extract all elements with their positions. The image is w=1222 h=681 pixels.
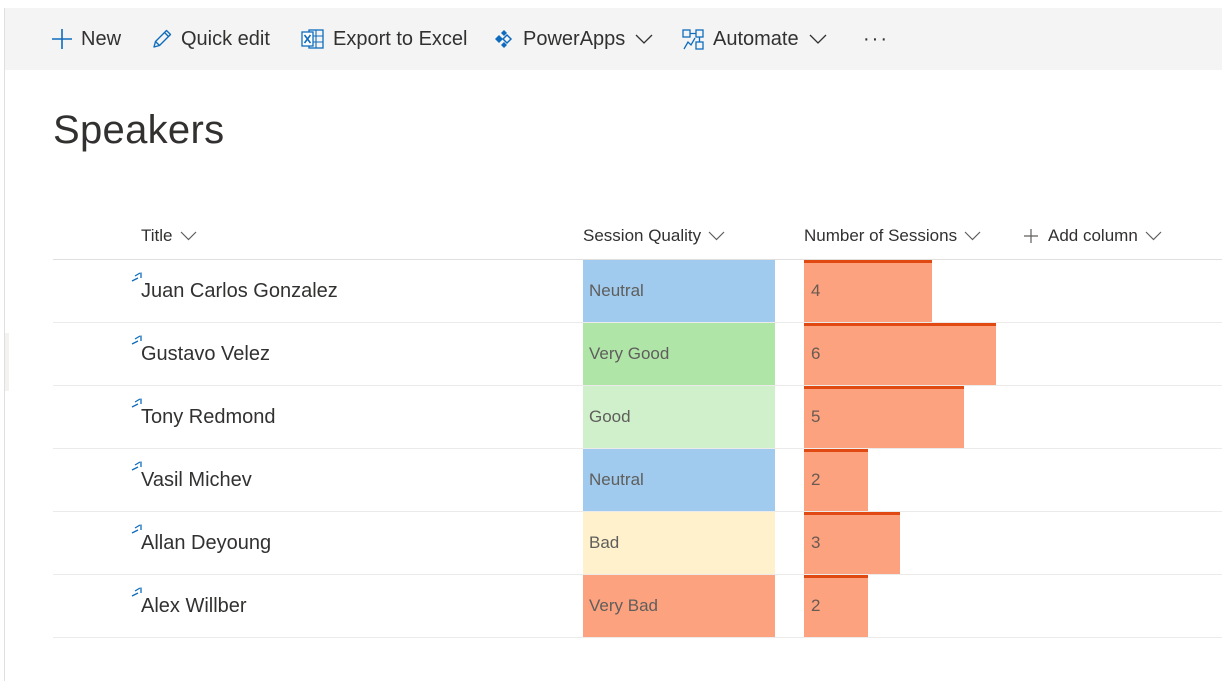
chevron-down-icon bbox=[809, 34, 827, 44]
title-cell[interactable]: Alex Willber bbox=[141, 575, 247, 637]
flow-icon bbox=[682, 29, 704, 50]
column-header-title[interactable]: Title bbox=[141, 222, 197, 250]
powerapps-menu[interactable]: PowerApps bbox=[493, 8, 653, 70]
number-of-sessions-cell: 5 bbox=[804, 386, 996, 448]
sessions-value: 3 bbox=[811, 533, 821, 552]
column-header-number-of-sessions-label: Number of Sessions bbox=[804, 226, 958, 245]
table-row[interactable]: Allan Deyoung Bad 3 bbox=[53, 512, 1222, 575]
column-header-session-quality[interactable]: Session Quality bbox=[583, 222, 725, 250]
left-edge-sliver bbox=[5, 333, 9, 391]
column-header-session-quality-label: Session Quality bbox=[583, 226, 702, 245]
export-to-excel-label: Export to Excel bbox=[333, 27, 468, 50]
title-cell[interactable]: Vasil Michev bbox=[141, 449, 252, 511]
powerapps-label: PowerApps bbox=[523, 27, 626, 50]
session-quality-cell: Neutral bbox=[583, 260, 775, 322]
session-quality-cell: Good bbox=[583, 386, 775, 448]
session-quality-cell: Very Bad bbox=[583, 575, 775, 637]
plus-icon bbox=[52, 29, 72, 49]
automate-menu[interactable]: Automate bbox=[681, 8, 827, 70]
list-view: New Quick edit Export to Excel PowerApps… bbox=[4, 8, 1222, 681]
table-row[interactable]: Vasil Michev Neutral 2 bbox=[53, 449, 1222, 512]
export-to-excel-button[interactable]: Export to Excel bbox=[301, 8, 468, 70]
page-title: Speakers bbox=[53, 108, 225, 152]
powerapps-icon bbox=[495, 30, 513, 48]
sessions-value: 2 bbox=[811, 596, 821, 615]
number-of-sessions-cell: 2 bbox=[804, 575, 996, 637]
table-row[interactable]: Juan Carlos Gonzalez Neutral 4 bbox=[53, 260, 1222, 323]
session-quality-cell: Bad bbox=[583, 512, 775, 574]
sessions-bar bbox=[804, 386, 964, 448]
sessions-bar bbox=[804, 260, 932, 322]
sessions-value: 6 bbox=[811, 344, 821, 363]
sessions-value: 2 bbox=[811, 470, 821, 489]
command-bar: New Quick edit Export to Excel PowerApps… bbox=[5, 8, 1222, 70]
title-cell[interactable]: Allan Deyoung bbox=[141, 512, 271, 574]
quick-edit-button[interactable]: Quick edit bbox=[151, 8, 270, 70]
title-cell[interactable]: Juan Carlos Gonzalez bbox=[141, 260, 338, 322]
column-header-title-label: Title bbox=[141, 226, 173, 245]
chevron-down-icon bbox=[708, 231, 725, 241]
quick-edit-label: Quick edit bbox=[181, 27, 270, 50]
session-quality-cell: Very Good bbox=[583, 323, 775, 385]
number-of-sessions-cell: 6 bbox=[804, 323, 996, 385]
automate-label: Automate bbox=[713, 27, 799, 50]
number-of-sessions-cell: 2 bbox=[804, 449, 996, 511]
chevron-down-icon bbox=[635, 34, 653, 44]
plus-icon bbox=[1024, 229, 1038, 243]
chevron-down-icon bbox=[180, 231, 196, 241]
sessions-value: 5 bbox=[811, 407, 821, 426]
table-row[interactable]: Tony Redmond Good 5 bbox=[53, 386, 1222, 449]
sessions-value: 4 bbox=[811, 281, 821, 300]
new-button-label: New bbox=[81, 27, 122, 50]
title-cell[interactable]: Tony Redmond bbox=[141, 386, 276, 448]
sessions-bar bbox=[804, 323, 996, 385]
session-quality-cell: Neutral bbox=[583, 449, 775, 511]
row-divider bbox=[53, 637, 1222, 638]
pencil-icon bbox=[153, 29, 172, 48]
excel-icon bbox=[301, 29, 324, 49]
number-of-sessions-cell: 3 bbox=[804, 512, 996, 574]
more-icon: ··· bbox=[863, 27, 889, 50]
add-column-button[interactable]: Add column bbox=[1024, 222, 1162, 250]
new-button[interactable]: New bbox=[51, 8, 121, 70]
chevron-down-icon bbox=[964, 231, 981, 241]
table-row[interactable]: Alex Willber Very Bad 2 bbox=[53, 575, 1222, 638]
title-cell[interactable]: Gustavo Velez bbox=[141, 323, 270, 385]
number-of-sessions-cell: 4 bbox=[804, 260, 996, 322]
chevron-down-icon bbox=[1145, 231, 1162, 241]
column-header-number-of-sessions[interactable]: Number of Sessions bbox=[804, 222, 981, 250]
more-options-button[interactable]: ··· bbox=[863, 8, 889, 70]
table-row[interactable]: Gustavo Velez Very Good 6 bbox=[53, 323, 1222, 386]
add-column-label: Add column bbox=[1048, 226, 1138, 245]
